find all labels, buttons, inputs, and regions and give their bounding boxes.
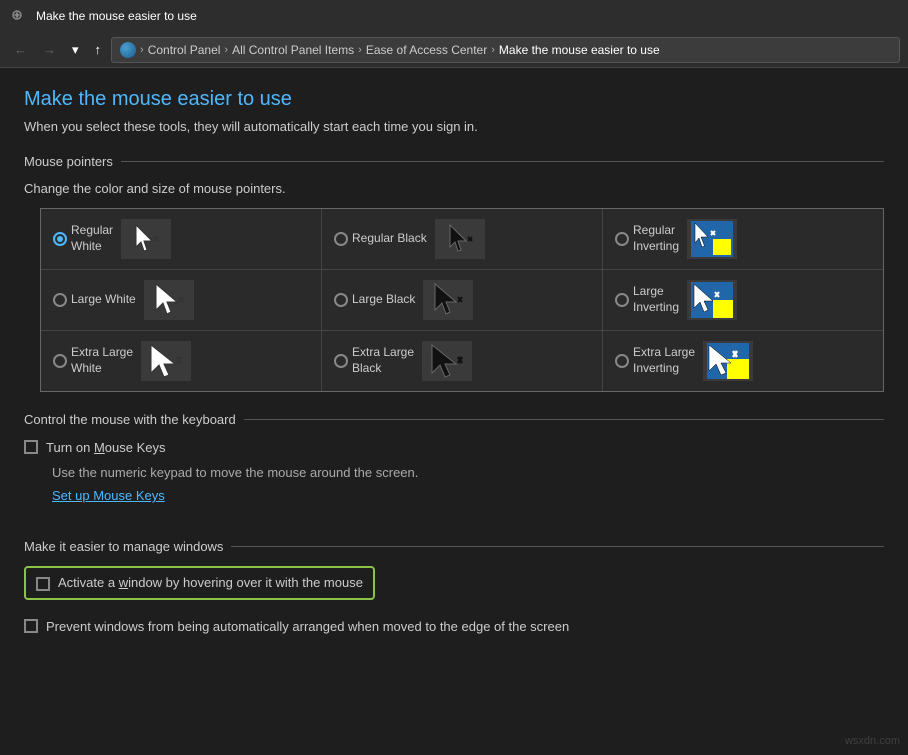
label-large-black: Large Black bbox=[352, 292, 415, 308]
pointer-xl-black[interactable]: Extra LargeBlack bbox=[322, 331, 603, 391]
prevent-arrange-checkbox[interactable] bbox=[24, 619, 38, 633]
mouse-pointers-label: Mouse pointers bbox=[24, 154, 113, 169]
page-subtitle: When you select these tools, they will a… bbox=[24, 119, 884, 134]
cursor-regular-inverting-preview bbox=[687, 219, 737, 259]
pointer-large-inverting[interactable]: LargeInverting bbox=[603, 270, 883, 330]
radio-xl-black[interactable] bbox=[334, 354, 348, 368]
address-bar: ← → ▾ ↑ › Control Panel › All Control Pa… bbox=[0, 32, 908, 68]
pointer-xl-inverting[interactable]: Extra LargeInverting bbox=[603, 331, 883, 391]
up-button[interactable]: ↑ bbox=[89, 38, 108, 61]
prevent-arrange-label: Prevent windows from being automatically… bbox=[46, 618, 569, 636]
watermark: wsxdn.com bbox=[845, 735, 900, 747]
page-title: Make the mouse easier to use bbox=[24, 88, 884, 111]
radio-xl-inverting[interactable] bbox=[615, 354, 629, 368]
cursor-xl-white-preview bbox=[141, 341, 191, 381]
activate-hover-label: Activate a window by hovering over it wi… bbox=[58, 574, 363, 592]
label-large-white: Large White bbox=[71, 292, 136, 308]
globe-icon bbox=[120, 42, 136, 58]
mouse-pointers-header: Mouse pointers bbox=[24, 154, 884, 169]
mouse-keys-label: Turn on Mouse Keys bbox=[46, 439, 165, 457]
keyboard-header: Control the mouse with the keyboard bbox=[24, 412, 884, 427]
mouse-keys-checkbox[interactable] bbox=[24, 440, 38, 454]
cursor-large-black-preview bbox=[423, 280, 473, 320]
cursor-xl-black-preview bbox=[422, 341, 472, 381]
path-current: Make the mouse easier to use bbox=[499, 43, 660, 57]
label-xl-black: Extra LargeBlack bbox=[352, 345, 414, 376]
cursor-large-white-preview bbox=[144, 280, 194, 320]
cursor-xl-inverting-preview bbox=[703, 341, 753, 381]
sep2: › bbox=[224, 44, 228, 56]
label-regular-inverting: RegularInverting bbox=[633, 223, 679, 254]
pointer-regular-white[interactable]: RegularWhite bbox=[41, 209, 322, 269]
keyboard-label: Control the mouse with the keyboard bbox=[24, 412, 236, 427]
setup-mouse-keys-link[interactable]: Set up Mouse Keys bbox=[52, 488, 165, 503]
window-title: Make the mouse easier to use bbox=[36, 9, 197, 23]
label-xl-inverting: Extra LargeInverting bbox=[633, 345, 695, 376]
sep1: › bbox=[140, 44, 144, 56]
pointer-large-white[interactable]: Large White bbox=[41, 270, 322, 330]
activate-hover-highlighted[interactable]: Activate a window by hovering over it wi… bbox=[24, 566, 375, 600]
label-large-inverting: LargeInverting bbox=[633, 284, 679, 315]
cursor-regular-white-preview bbox=[121, 219, 171, 259]
radio-xl-white[interactable] bbox=[53, 354, 67, 368]
pointer-description: Change the color and size of mouse point… bbox=[24, 181, 884, 196]
dropdown-button[interactable]: ▾ bbox=[66, 38, 85, 62]
pointer-row-3: Extra LargeWhite Extra LargeBlack bbox=[41, 331, 883, 391]
label-regular-black: Regular Black bbox=[352, 231, 427, 247]
back-button[interactable]: ← bbox=[8, 38, 33, 61]
activate-hover-container: Activate a window by hovering over it wi… bbox=[24, 566, 884, 608]
manage-windows-label: Make it easier to manage windows bbox=[24, 539, 223, 554]
radio-large-white[interactable] bbox=[53, 293, 67, 307]
sep3: › bbox=[358, 44, 362, 56]
radio-regular-inverting[interactable] bbox=[615, 232, 629, 246]
label-xl-white: Extra LargeWhite bbox=[71, 345, 133, 376]
sep4: › bbox=[491, 44, 495, 56]
pointer-row-2: Large White Large Black bbox=[41, 270, 883, 331]
mouse-keys-desc: Use the numeric keypad to move the mouse… bbox=[52, 465, 884, 480]
main-content: Make the mouse easier to use When you se… bbox=[0, 68, 908, 755]
mouse-pointers-section: Mouse pointers Change the color and size… bbox=[24, 154, 884, 392]
radio-large-black[interactable] bbox=[334, 293, 348, 307]
activate-hover-checkbox[interactable] bbox=[36, 577, 50, 591]
path-ease-of-access[interactable]: Ease of Access Center bbox=[366, 43, 487, 57]
radio-large-inverting[interactable] bbox=[615, 293, 629, 307]
label-regular-white: RegularWhite bbox=[71, 223, 113, 254]
mouse-keys-item: Turn on Mouse Keys bbox=[24, 439, 884, 457]
cursor-regular-black-preview bbox=[435, 219, 485, 259]
pointer-large-black[interactable]: Large Black bbox=[322, 270, 603, 330]
window-icon bbox=[12, 7, 28, 26]
manage-windows-header: Make it easier to manage windows bbox=[24, 539, 884, 554]
address-path: › Control Panel › All Control Panel Item… bbox=[111, 37, 900, 63]
pointer-row-1: RegularWhite Regular Black bbox=[41, 209, 883, 270]
pointer-xl-white[interactable]: Extra LargeWhite bbox=[41, 331, 322, 391]
path-control-panel[interactable]: Control Panel bbox=[148, 43, 221, 57]
path-all-items[interactable]: All Control Panel Items bbox=[232, 43, 354, 57]
cursor-large-inverting-preview bbox=[687, 280, 737, 320]
pointer-grid: RegularWhite Regular Black bbox=[40, 208, 884, 392]
radio-regular-black[interactable] bbox=[334, 232, 348, 246]
forward-button[interactable]: → bbox=[37, 38, 62, 61]
pointer-regular-inverting[interactable]: RegularInverting bbox=[603, 209, 883, 269]
keyboard-section: Control the mouse with the keyboard Turn… bbox=[24, 412, 884, 519]
radio-regular-white[interactable] bbox=[53, 232, 67, 246]
pointer-regular-black[interactable]: Regular Black bbox=[322, 209, 603, 269]
manage-windows-section: Make it easier to manage windows Activat… bbox=[24, 539, 884, 636]
prevent-arrange-item: Prevent windows from being automatically… bbox=[24, 618, 884, 636]
title-bar: Make the mouse easier to use bbox=[0, 0, 908, 32]
